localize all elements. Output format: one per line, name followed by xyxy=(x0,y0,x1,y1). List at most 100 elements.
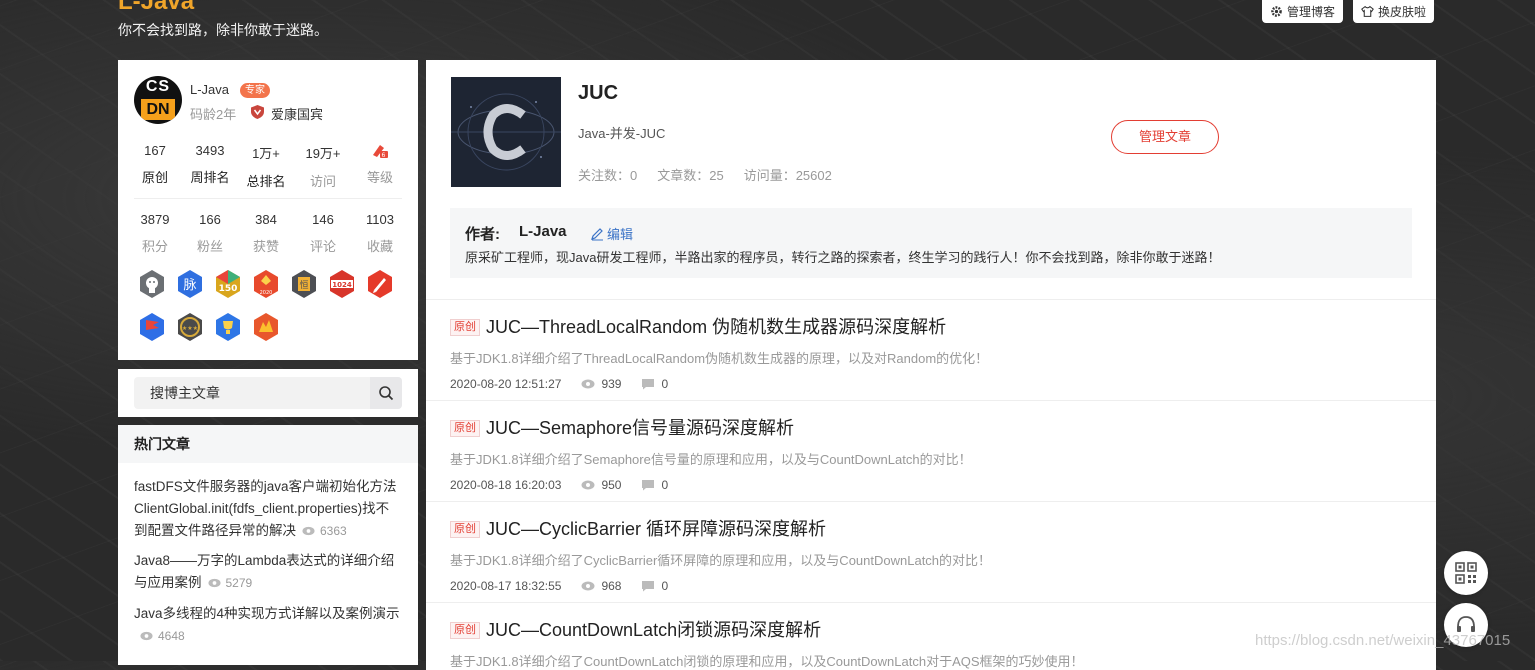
avatar-logo-top: CS xyxy=(145,78,171,95)
article-summary: 基于JDK1.8详细介绍了ThreadLocalRandom伪随机数生成器的原理… xyxy=(450,351,989,366)
column-main: JUC Java-并发-JUC 关注数：0 文章数：25 访问量：25602 管… xyxy=(426,60,1436,670)
article-meta: 2020-08-17 18:32:55 968 0 xyxy=(450,579,1410,593)
comment-icon xyxy=(642,581,655,592)
mai-badge-text: 脉 xyxy=(183,278,196,293)
stat-label: 收藏 xyxy=(366,239,393,254)
article-date: 2020-08-20 12:51:27 xyxy=(450,377,562,391)
hot-article-item[interactable]: Java多线程的4种实现方式详解以及案例演示 4648 xyxy=(134,603,402,647)
search-box xyxy=(134,377,402,409)
username[interactable]: L-Java xyxy=(190,82,229,97)
1024-badge-icon[interactable]: 1024 xyxy=(327,269,357,299)
article-item[interactable]: 原创 JUC—Semaphore信号量源码深度解析 基于JDK1.8详细介绍了Se… xyxy=(450,414,1410,492)
article-title[interactable]: JUC—ThreadLocalRandom 伪随机数生成器源码深度解析 xyxy=(486,317,946,337)
author-name[interactable]: L-Java xyxy=(519,223,567,240)
original-tag: 原创 xyxy=(450,319,480,336)
original-tag: 原创 xyxy=(450,521,480,538)
stat-comments[interactable]: 146 评论 xyxy=(298,212,348,255)
150-badge-text: 150 xyxy=(219,284,238,294)
stat-original[interactable]: 167 原创 xyxy=(130,143,180,186)
blog-title[interactable]: L-Java xyxy=(118,0,194,16)
stat-label: 原创 xyxy=(141,170,168,185)
divider xyxy=(426,501,1436,502)
author-label: 作者: xyxy=(465,226,500,243)
stat-points[interactable]: 3879 积分 xyxy=(130,212,180,255)
article-comments: 0 xyxy=(661,377,669,391)
divider xyxy=(426,299,1436,300)
qrcode-button[interactable] xyxy=(1444,551,1488,595)
search-icon xyxy=(379,386,394,401)
change-skin-button[interactable]: 换皮肤啦 xyxy=(1353,0,1435,23)
search-button[interactable] xyxy=(370,377,402,409)
column-description: Java-并发-JUC xyxy=(578,126,666,141)
stat-num: 6 xyxy=(355,143,405,159)
article-title[interactable]: JUC—CyclicBarrier 循环屏障源码深度解析 xyxy=(486,519,826,539)
qrcode-icon xyxy=(1455,562,1477,584)
article-title[interactable]: JUC—CountDownLatch闭锁源码深度解析 xyxy=(486,620,821,640)
github-badge-icon[interactable] xyxy=(137,269,167,299)
hot-article-item[interactable]: Java8——万字的Lambda表达式的详细介绍与应用案例 5279 xyxy=(134,550,402,594)
column-cover-graphic xyxy=(451,77,561,187)
manage-blog-button[interactable]: 管理博客 xyxy=(1262,0,1344,23)
blog-motto: 你不会找到路，除非你敢于迷路。 xyxy=(118,22,328,38)
article-item[interactable]: 原创 JUC—ThreadLocalRandom 伪随机数生成器源码深度解析 基于… xyxy=(450,313,1410,391)
article-views: 950 xyxy=(601,478,622,492)
article-meta: 2020-08-18 16:20:03 950 0 xyxy=(450,478,1410,492)
article-comments: 0 xyxy=(661,579,669,593)
stat-label: 评论 xyxy=(309,239,336,254)
stat-label: 周排名 xyxy=(190,170,230,185)
flag-badge-icon[interactable] xyxy=(137,312,167,342)
stat-label: 访问 xyxy=(309,174,336,189)
column-cover-image xyxy=(451,77,561,187)
avatar[interactable]: CS DN xyxy=(134,76,182,124)
stat-num: 146 xyxy=(312,212,334,227)
stat-label: 获赞 xyxy=(252,239,279,254)
fire-badge-icon[interactable] xyxy=(251,312,281,342)
original-tag: 原创 xyxy=(450,420,480,437)
manage-articles-button[interactable]: 管理文章 xyxy=(1111,120,1219,154)
watermark: https://blog.csdn.net/weixin_43767015 xyxy=(1255,632,1511,649)
article-title[interactable]: JUC—Semaphore信号量源码深度解析 xyxy=(486,418,794,438)
stat-likes[interactable]: 384 获赞 xyxy=(241,212,291,255)
article-item[interactable]: 原创 JUC—CyclicBarrier 循环屏障源码深度解析 基于JDK1.8详… xyxy=(450,515,1410,593)
stat-level[interactable]: 6 等级 xyxy=(355,143,405,186)
code-age: 码龄2年 xyxy=(190,107,237,122)
column-followers: 关注数：0 xyxy=(578,168,638,183)
stat-week-rank[interactable]: 3493 周排名 xyxy=(185,143,235,186)
comment-icon xyxy=(642,480,655,491)
shirt-icon xyxy=(1361,5,1374,17)
edit-label: 编辑 xyxy=(607,227,634,242)
hot-articles-title: 热门文章 xyxy=(118,425,418,463)
stat-num: 1103 xyxy=(366,212,394,227)
150-badge-icon[interactable]: 150 xyxy=(213,269,243,299)
edit-link[interactable]: 编辑 xyxy=(590,224,633,243)
stat-fans[interactable]: 166 粉丝 xyxy=(185,212,235,255)
divider xyxy=(426,602,1436,603)
avatar-logo-bottom: DN xyxy=(141,99,175,120)
stat-num: 166 xyxy=(199,212,221,227)
star-badge-icon[interactable]: ★★★ xyxy=(175,312,205,342)
article-comments: 0 xyxy=(661,478,669,492)
pen-badge-icon[interactable] xyxy=(365,269,395,299)
stat-visits[interactable]: 19万+ 访问 xyxy=(298,143,348,190)
eye-icon xyxy=(207,578,221,588)
stat-num: 19万+ xyxy=(305,146,341,161)
2020-badge-icon[interactable]: 2020 xyxy=(251,269,281,299)
search-input[interactable] xyxy=(134,377,380,409)
hot-article-item[interactable]: fastDFS文件服务器的java客户端初始化方法ClientGlobal.in… xyxy=(134,476,402,542)
eye-icon xyxy=(581,581,595,591)
hot-article-views: 6363 xyxy=(302,524,347,538)
level-icon: 6 xyxy=(373,145,388,159)
stat-favorites[interactable]: 1103 收藏 xyxy=(355,212,405,255)
shield-icon xyxy=(251,105,264,119)
comment-icon xyxy=(642,379,655,390)
hang-badge-icon[interactable]: 恒 xyxy=(289,269,319,299)
cup-badge-icon[interactable] xyxy=(213,312,243,342)
stat-total-rank[interactable]: 1万+ 总排名 xyxy=(241,143,291,190)
column-title: JUC xyxy=(578,82,619,104)
search-card xyxy=(118,369,418,417)
svg-text:★★★: ★★★ xyxy=(182,325,198,332)
mai-badge-icon[interactable]: 脉 xyxy=(175,269,205,299)
column-stats: 关注数：0 文章数：25 访问量：25602 xyxy=(578,165,832,184)
gear-icon xyxy=(1271,6,1282,17)
eye-icon xyxy=(581,480,595,490)
